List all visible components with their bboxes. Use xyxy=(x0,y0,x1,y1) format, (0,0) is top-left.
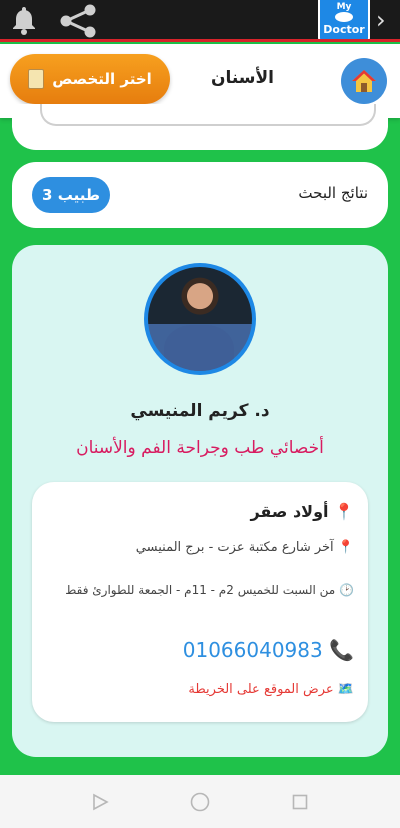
share-icon[interactable] xyxy=(58,4,98,38)
location-row: 📍 أولاد صقر xyxy=(250,502,354,521)
app-logo-badge: My Doctor xyxy=(318,0,370,42)
results-card: نتائج البحث 3 طبيب xyxy=(12,162,388,228)
status-bar: My Doctor › xyxy=(0,0,400,42)
home-icon xyxy=(352,70,376,92)
recents-square-icon[interactable] xyxy=(290,792,310,812)
search-card xyxy=(12,104,388,150)
map-icon: 🗺️ xyxy=(337,682,354,697)
pin-icon: 📍 xyxy=(334,502,354,521)
home-button[interactable] xyxy=(341,58,387,104)
hours-text: من السبت للخميس 2م - 11م - الجمعة للطوار… xyxy=(65,583,336,597)
map-link[interactable]: عرض الموقع على الخريطة xyxy=(188,682,333,697)
results-count-badge: 3 طبيب xyxy=(32,177,110,213)
phone-icon: 📞 xyxy=(329,638,354,662)
map-link-row[interactable]: 🗺️ عرض الموقع على الخريطة xyxy=(188,682,354,697)
clock-icon: 🕑 xyxy=(339,583,354,597)
stethoscope-icon xyxy=(335,12,353,22)
app-badge-bottom: Doctor xyxy=(323,23,365,36)
doctor-info-box: 📍 أولاد صقر 📍 آخر شارع مكتبة عزت - برج ا… xyxy=(32,482,368,722)
location-text: أولاد صقر xyxy=(250,502,329,521)
page-title: الأسنان xyxy=(210,68,274,88)
address-row: 📍 آخر شارع مكتبة عزت - برج المنيسي xyxy=(136,540,354,555)
doctor-name: د. كريم المنيسي xyxy=(130,401,270,421)
search-field-bottom[interactable] xyxy=(40,104,376,126)
doctor-avatar xyxy=(144,263,256,375)
chevron-right-icon[interactable]: › xyxy=(376,6,386,34)
doctor-specialty: أخصائي طب وجراحة الفم والأسنان xyxy=(76,438,324,458)
status-divider xyxy=(0,39,400,42)
app-badge-top: My xyxy=(336,2,352,12)
doctor-photo xyxy=(148,267,252,371)
results-label: نتائج البحث xyxy=(298,184,368,202)
doctor-card[interactable]: د. كريم المنيسي أخصائي طب وجراحة الفم وا… xyxy=(12,245,388,757)
hours-row: 🕑 من السبت للخميس 2م - 11م - الجمعة للطو… xyxy=(44,578,354,602)
pin-icon: 📍 xyxy=(337,540,354,555)
bell-icon[interactable] xyxy=(8,4,40,36)
address-text: آخر شارع مكتبة عزت - برج المنيسي xyxy=(135,540,334,555)
phone-number[interactable]: 01066040983 xyxy=(183,638,323,662)
back-triangle-icon[interactable] xyxy=(90,792,110,812)
phone-row[interactable]: 📞 01066040983 xyxy=(183,638,354,662)
home-circle-icon[interactable] xyxy=(190,792,210,812)
system-nav-bar xyxy=(0,775,400,828)
